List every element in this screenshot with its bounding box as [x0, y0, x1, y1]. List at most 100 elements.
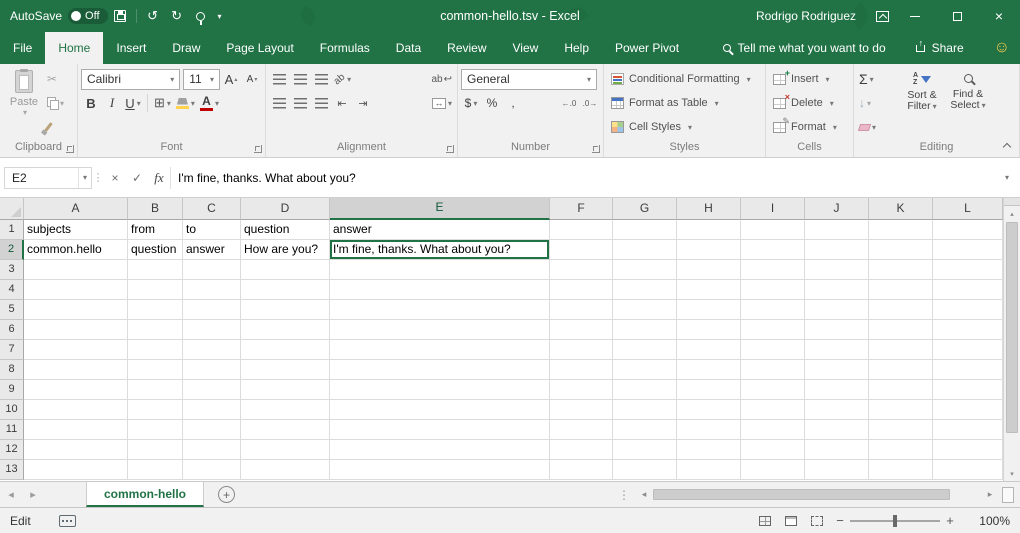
cell-A1[interactable]: subjects [24, 220, 128, 240]
name-box[interactable]: E2 ▾ [4, 167, 92, 189]
cell-A7[interactable] [24, 340, 128, 360]
cell-J2[interactable] [805, 240, 869, 260]
column-header-B[interactable]: B [128, 198, 183, 220]
cell-C8[interactable] [183, 360, 241, 380]
cell-I9[interactable] [741, 380, 805, 400]
align-bottom-button[interactable] [311, 68, 331, 90]
cell-D11[interactable] [241, 420, 330, 440]
user-name[interactable]: Rodrigo Rodriguez [756, 9, 856, 23]
cell-D6[interactable] [241, 320, 330, 340]
row-header-1[interactable]: 1 [0, 220, 24, 240]
cell-K13[interactable] [869, 460, 933, 480]
row-header-13[interactable]: 13 [0, 460, 24, 480]
cell-D5[interactable] [241, 300, 330, 320]
format-as-table-button[interactable]: Format as Table ▾ [607, 91, 762, 115]
cell-A3[interactable] [24, 260, 128, 280]
ribbon-tab-power-pivot[interactable]: Power Pivot [602, 32, 692, 64]
cell-J8[interactable] [805, 360, 869, 380]
cell-F1[interactable] [550, 220, 613, 240]
zoom-slider-thumb[interactable] [893, 515, 897, 527]
cell-J13[interactable] [805, 460, 869, 480]
page-layout-view-button[interactable] [778, 511, 804, 531]
cell-A4[interactable] [24, 280, 128, 300]
cell-F5[interactable] [550, 300, 613, 320]
cell-I2[interactable] [741, 240, 805, 260]
sheet-nav-right-button[interactable]: ▸ [22, 488, 44, 501]
ribbon-tab-insert[interactable]: Insert [103, 32, 159, 64]
row-header-12[interactable]: 12 [0, 440, 24, 460]
cell-E3[interactable] [330, 260, 550, 280]
format-painter-button[interactable] [45, 115, 66, 139]
borders-button[interactable]: ⊞▾ [152, 92, 173, 114]
column-header-A[interactable]: A [24, 198, 128, 220]
cell-styles-button[interactable]: Cell Styles ▾ [607, 115, 762, 139]
vertical-scrollbar[interactable]: ▴ ▾ [1003, 198, 1020, 481]
number-format-combo[interactable]: General▾ [461, 69, 597, 90]
ribbon-tab-formulas[interactable]: Formulas [307, 32, 383, 64]
save-button[interactable] [108, 4, 132, 28]
cell-K2[interactable] [869, 240, 933, 260]
cell-C9[interactable] [183, 380, 241, 400]
clipboard-dialog-launcher[interactable] [66, 145, 74, 153]
cell-J11[interactable] [805, 420, 869, 440]
cell-H12[interactable] [677, 440, 741, 460]
cell-K1[interactable] [869, 220, 933, 240]
cell-K4[interactable] [869, 280, 933, 300]
row-header-3[interactable]: 3 [0, 260, 24, 280]
cell-B11[interactable] [128, 420, 183, 440]
cell-F4[interactable] [550, 280, 613, 300]
cell-K9[interactable] [869, 380, 933, 400]
font-color-button[interactable]: A▾ [198, 92, 221, 114]
cell-D12[interactable] [241, 440, 330, 460]
column-header-I[interactable]: I [741, 198, 805, 220]
font-size-combo[interactable]: 11▾ [183, 69, 220, 90]
insert-function-button[interactable]: fx [148, 167, 170, 189]
cell-L5[interactable] [933, 300, 1003, 320]
increase-font-size-button[interactable]: A▴ [221, 68, 241, 90]
cell-G1[interactable] [613, 220, 677, 240]
scrollbar-resize-grip[interactable] [1002, 487, 1014, 503]
cell-G7[interactable] [613, 340, 677, 360]
cell-G11[interactable] [613, 420, 677, 440]
redo-button[interactable]: ↻ [165, 4, 189, 28]
new-sheet-button[interactable]: + [218, 486, 235, 503]
cell-D10[interactable] [241, 400, 330, 420]
ribbon-tab-view[interactable]: View [500, 32, 552, 64]
cell-D8[interactable] [241, 360, 330, 380]
cell-B7[interactable] [128, 340, 183, 360]
cell-H9[interactable] [677, 380, 741, 400]
cell-H11[interactable] [677, 420, 741, 440]
cell-F10[interactable] [550, 400, 613, 420]
cell-L3[interactable] [933, 260, 1003, 280]
cell-E11[interactable] [330, 420, 550, 440]
decrease-decimal-button[interactable]: .0→ [580, 92, 600, 114]
cell-H8[interactable] [677, 360, 741, 380]
copy-button[interactable]: ▾ [45, 91, 66, 115]
comma-style-button[interactable]: , [503, 92, 523, 114]
cell-H2[interactable] [677, 240, 741, 260]
align-right-button[interactable] [311, 92, 331, 114]
enter-button[interactable]: ✓ [126, 167, 148, 189]
cell-B1[interactable]: from [128, 220, 183, 240]
cell-K5[interactable] [869, 300, 933, 320]
vertical-scroll-thumb[interactable] [1006, 222, 1018, 433]
cell-C6[interactable] [183, 320, 241, 340]
scroll-right-button[interactable]: ▸ [982, 489, 998, 500]
cell-E4[interactable] [330, 280, 550, 300]
scroll-left-button[interactable]: ◂ [636, 489, 652, 500]
cell-H1[interactable] [677, 220, 741, 240]
zoom-out-button[interactable]: − [830, 513, 850, 528]
cell-B6[interactable] [128, 320, 183, 340]
cell-G10[interactable] [613, 400, 677, 420]
row-header-6[interactable]: 6 [0, 320, 24, 340]
clear-button[interactable]: ▾ [857, 115, 899, 139]
column-header-G[interactable]: G [613, 198, 677, 220]
scroll-up-button[interactable]: ▴ [1004, 206, 1020, 221]
cell-K3[interactable] [869, 260, 933, 280]
vertical-scroll-track[interactable] [1004, 221, 1020, 466]
share-button[interactable]: ↑ Share [916, 41, 964, 55]
column-header-F[interactable]: F [550, 198, 613, 220]
cell-J10[interactable] [805, 400, 869, 420]
cell-H5[interactable] [677, 300, 741, 320]
cell-E12[interactable] [330, 440, 550, 460]
